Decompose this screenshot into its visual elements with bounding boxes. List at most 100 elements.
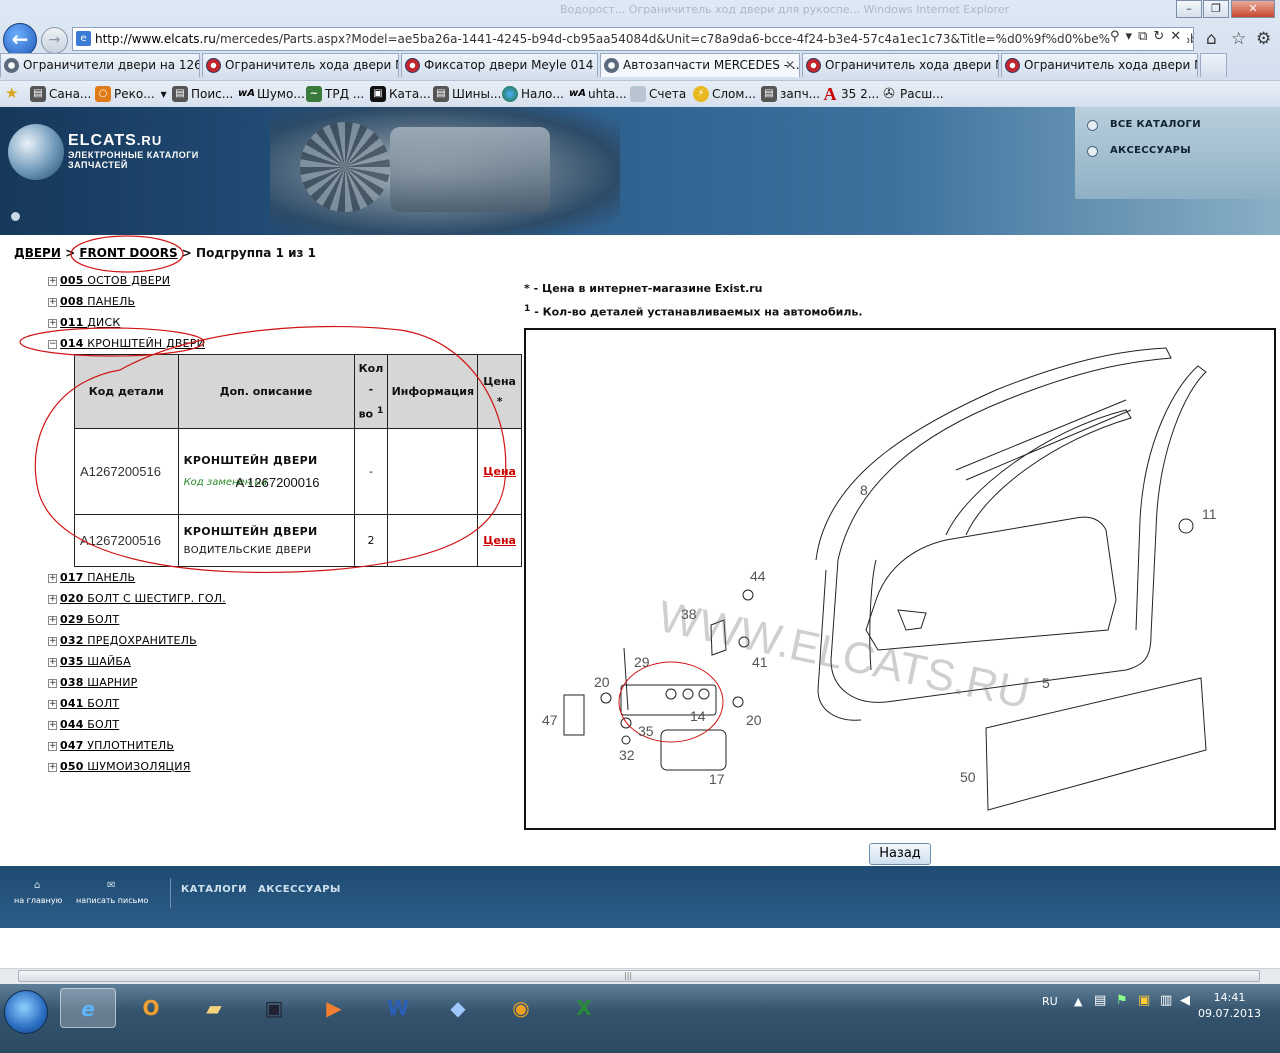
fav-item[interactable]: wA uhta... <box>569 84 627 104</box>
new-tab-button[interactable] <box>1200 53 1227 77</box>
search-icon[interactable]: ⚲ <box>1110 29 1126 44</box>
tree-node-link[interactable]: 029 БОЛТ <box>60 613 119 626</box>
tree-node-link[interactable]: 020 БОЛТ С ШЕСТИГР. ГОЛ. <box>60 592 226 605</box>
callout-label[interactable]: 20 <box>594 674 610 690</box>
media-player-taskbar-icon[interactable]: ▶ <box>306 988 362 1028</box>
home-icon[interactable]: ⌂ <box>34 880 40 891</box>
tree-node-link[interactable]: 035 ШАЙБА <box>60 655 131 668</box>
app-tray-icon[interactable]: ▣ <box>1138 993 1150 1008</box>
language-indicator[interactable]: RU <box>1042 995 1058 1008</box>
compat-icon[interactable]: ⧉ <box>1138 29 1153 44</box>
fav-item[interactable]: wA Шумо... <box>238 84 305 104</box>
expand-icon[interactable]: + <box>48 594 57 604</box>
accessories-link[interactable]: АКСЕССУАРЫ <box>1087 145 1191 157</box>
address-bar[interactable]: http://www.elcats.ru/mercedes/Parts.aspx… <box>72 27 1194 51</box>
tree-node-link[interactable]: 041 БОЛТ <box>60 697 119 710</box>
site-logo[interactable]: ELCATS.RU ЭЛЕКТРОННЫЕ КАТАЛОГИ ЗАПЧАСТЕЙ <box>68 132 199 170</box>
callout-label[interactable]: 5 <box>1042 675 1050 691</box>
dropdown-icon[interactable]: ▾ <box>1126 29 1139 44</box>
parts-diagram[interactable]: WWW.ELCATS.RU 8 11 44 38 41 29 20 47 14 … <box>524 328 1276 830</box>
footer-catalogs-link[interactable]: КАТАЛОГИ <box>181 884 247 895</box>
tree-node-032[interactable]: +032 ПРЕДОХРАНИТЕЛЬ <box>48 633 197 649</box>
flag-icon[interactable]: ⚑ <box>1116 993 1128 1008</box>
expand-icon[interactable]: + <box>48 741 57 751</box>
expand-icon[interactable]: + <box>48 762 57 772</box>
expand-icon[interactable]: + <box>48 615 57 625</box>
excel-taskbar-icon[interactable]: X <box>556 988 612 1028</box>
tree-node-link[interactable]: 050 ШУМОИЗОЛЯЦИЯ <box>60 760 191 773</box>
scrollbar-thumb[interactable] <box>18 970 1260 982</box>
callout-label[interactable]: 8 <box>860 482 868 498</box>
tree-node-038[interactable]: +038 ШАРНИР <box>48 675 138 691</box>
tree-node-020[interactable]: +020 БОЛТ С ШЕСТИГР. ГОЛ. <box>48 591 226 607</box>
refresh-icon[interactable]: ↻ <box>1153 29 1170 44</box>
fav-item[interactable]: ▤ запч... <box>761 84 820 104</box>
callout-label[interactable]: 50 <box>960 769 976 785</box>
callout-label[interactable]: 44 <box>750 568 766 584</box>
tab-1[interactable]: Ограничители двери на 126 л... <box>0 53 200 77</box>
tree-node-link[interactable]: 038 ШАРНИР <box>60 676 138 689</box>
word-taskbar-icon[interactable]: W <box>370 988 426 1028</box>
close-window-button[interactable]: ✕ <box>1231 0 1275 18</box>
fav-item[interactable]: ~ ТРД ... <box>306 84 364 104</box>
favorites-star-icon[interactable]: ☆ <box>1231 29 1246 49</box>
back-page-button[interactable]: Назад <box>869 843 931 865</box>
fav-item[interactable]: ○ Реко... ▾ <box>95 84 167 104</box>
outlook-taskbar-icon[interactable]: O <box>123 988 179 1028</box>
footer-home-link[interactable]: на главную <box>14 896 62 905</box>
expand-icon[interactable]: + <box>48 720 57 730</box>
tab-4-active[interactable]: Автозапчасти MERCEDES - ... ✕ <box>600 53 800 77</box>
all-catalogs-link[interactable]: ВСЕ КАТАЛОГИ <box>1087 119 1201 131</box>
ie-taskbar-icon[interactable]: e <box>60 988 116 1028</box>
tree-node-link[interactable]: 032 ПРЕДОХРАНИТЕЛЬ <box>60 634 197 647</box>
stop-icon[interactable]: ✕ <box>1170 29 1187 44</box>
callout-label[interactable]: 41 <box>752 654 768 670</box>
callout-label[interactable]: 32 <box>619 747 635 763</box>
maximize-button[interactable]: ❐ <box>1203 0 1229 18</box>
tree-node-link[interactable]: 044 БОЛТ <box>60 718 119 731</box>
callout-label[interactable]: 38 <box>681 606 697 622</box>
fav-item[interactable]: ▤ Поис... <box>172 84 233 104</box>
expand-icon[interactable]: + <box>48 699 57 709</box>
mail-icon[interactable]: ✉ <box>107 880 115 891</box>
callout-label[interactable]: 17 <box>709 771 725 787</box>
fav-item[interactable]: Нало... <box>502 84 564 104</box>
network-icon[interactable]: ▥ <box>1160 993 1172 1008</box>
tree-node-050[interactable]: +050 ШУМОИЗОЛЯЦИЯ <box>48 759 191 775</box>
fav-item[interactable]: A 35 2... <box>822 84 880 104</box>
callout-label[interactable]: 14 <box>690 708 706 724</box>
footer-write-link[interactable]: написать письмо <box>76 896 148 905</box>
fav-item[interactable]: Счета <box>630 84 686 104</box>
volume-icon[interactable]: ◀ <box>1180 993 1190 1008</box>
forward-button[interactable]: → <box>41 27 68 54</box>
address-tools[interactable]: ⚲▾⧉↻✕ <box>1110 29 1188 44</box>
favorites-star-icon[interactable]: ★ <box>5 84 18 102</box>
save-disk-taskbar-icon[interactable]: ▣ <box>246 988 302 1028</box>
tab-3[interactable]: Фиксатор двери Meyle 014 07... <box>401 53 598 77</box>
footer-accessories-link[interactable]: АКСЕССУАРЫ <box>258 884 341 895</box>
expand-icon[interactable]: + <box>48 678 57 688</box>
fav-item[interactable]: ▤ Сана... <box>30 84 91 104</box>
callout-label[interactable]: 47 <box>542 712 558 728</box>
expand-icon[interactable]: + <box>48 636 57 646</box>
tab-6[interactable]: Ограничитель хода двери Ме... <box>1001 53 1198 77</box>
home-icon[interactable]: ⌂ <box>1206 29 1217 49</box>
app-taskbar-icon[interactable]: ◆ <box>430 988 486 1028</box>
device-icon[interactable]: ▤ <box>1094 993 1106 1008</box>
tree-node-029[interactable]: +029 БОЛТ <box>48 612 119 628</box>
callout-label[interactable]: 35 <box>638 723 654 739</box>
callout-label[interactable]: 11 <box>1202 506 1217 522</box>
folder-taskbar-icon[interactable]: ▰ <box>186 988 242 1028</box>
tree-node-035[interactable]: +035 ШАЙБА <box>48 654 131 670</box>
tree-node-044[interactable]: +044 БОЛТ <box>48 717 119 733</box>
fav-item[interactable]: ▣ Ката... <box>370 84 431 104</box>
minimize-button[interactable]: – <box>1176 0 1202 18</box>
tree-node-041[interactable]: +041 БОЛТ <box>48 696 119 712</box>
globe-logo-icon[interactable] <box>8 124 64 180</box>
fav-item[interactable]: ⚡ Слом... <box>693 84 756 104</box>
tab-5[interactable]: Ограничитель хода двери Ме... <box>802 53 999 77</box>
start-button[interactable] <box>4 990 48 1034</box>
tab-2[interactable]: Ограничитель хода двери Ме... <box>202 53 399 77</box>
tray-expand-icon[interactable]: ▲ <box>1074 995 1082 1008</box>
clock[interactable]: 14:41 09.07.2013 <box>1198 990 1261 1022</box>
